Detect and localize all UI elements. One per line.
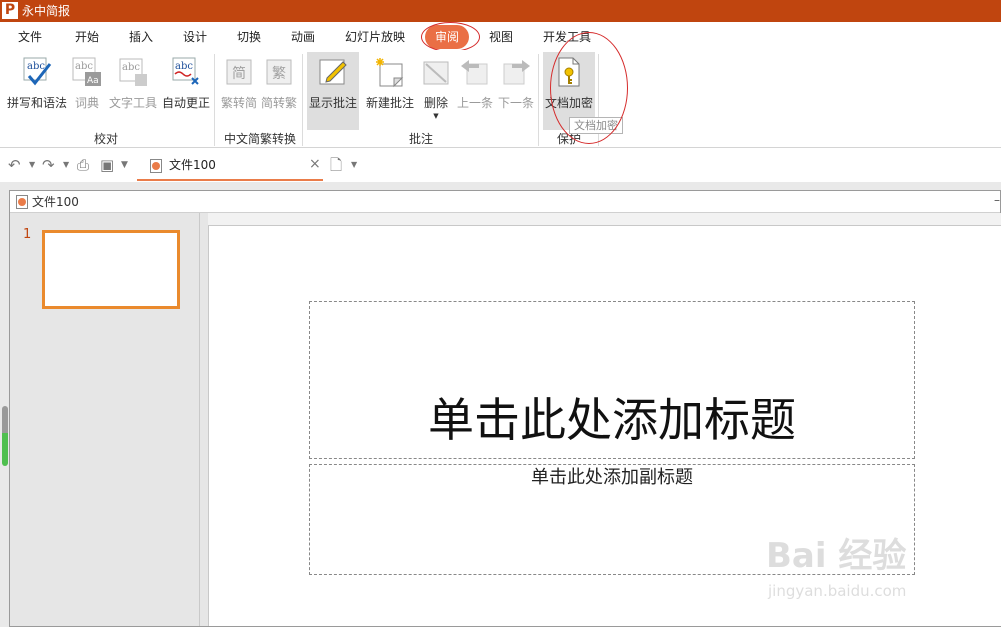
group-chinese-conversion: 中文简繁转换 xyxy=(223,132,296,146)
title-bar: P 永中简报 xyxy=(0,0,1001,22)
slide-thumbnail[interactable] xyxy=(42,230,180,309)
watermark-logo-text: Bai 经验 xyxy=(766,536,907,576)
tab-animations[interactable]: 动画 xyxy=(291,30,315,44)
save-icon[interactable]: ▣ xyxy=(100,155,114,175)
new-comment-label: 新建批注 xyxy=(365,96,414,110)
tab-insert[interactable]: 插入 xyxy=(129,30,153,44)
pane-splitter[interactable] xyxy=(200,213,208,626)
delete-button[interactable]: 删除 ▼ xyxy=(419,52,453,130)
title-placeholder[interactable]: 单击此处添加标题 xyxy=(309,301,915,459)
dictionary-label: 词典 xyxy=(74,96,99,110)
ribbon: abc 拼写和语法 abc Aa 词典 abc 文字工具 abc 自动更正 校对 xyxy=(0,50,1001,148)
text-tools-button[interactable]: abc 文字工具 xyxy=(108,52,158,130)
new-comment-icon xyxy=(376,58,404,88)
tab-review[interactable]: 审阅 xyxy=(425,25,469,49)
encrypt-tooltip: 文档加密 xyxy=(569,117,623,134)
spelling-button[interactable]: abc 拼写和语法 xyxy=(6,52,68,130)
svg-text:abc: abc xyxy=(27,61,45,72)
svg-text:abc: abc xyxy=(75,61,93,72)
document-icon xyxy=(150,159,162,173)
text-tools-icon: abc xyxy=(119,58,147,86)
group-protect: 保护 xyxy=(556,132,581,146)
svg-text:简: 简 xyxy=(232,65,246,82)
previous-comment-icon xyxy=(461,60,488,85)
trad-to-simp-label: 繁转简 xyxy=(220,96,257,110)
print-preview-icon[interactable]: ⎙ xyxy=(77,155,89,175)
dictionary-icon: abc Aa xyxy=(72,57,101,86)
autocorrect-button[interactable]: abc 自动更正 xyxy=(161,52,211,130)
chevron-down-icon[interactable]: ▼ xyxy=(419,112,453,120)
menu-bar: 文件 开始 插入 设计 切换 动画 幻灯片放映 审阅 视图 开发工具 xyxy=(0,22,1001,52)
close-icon[interactable]: × xyxy=(309,156,321,172)
slide-number: 1 xyxy=(23,227,32,242)
watermark: Bai 经验 jingyan.baidu.com xyxy=(766,516,956,608)
group-comments: 批注 xyxy=(408,132,433,146)
spelling-label: 拼写和语法 xyxy=(6,96,67,110)
text-tools-label: 文字工具 xyxy=(108,96,157,110)
svg-text:abc: abc xyxy=(122,62,140,73)
trad-to-simp-button[interactable]: 简 繁转简 xyxy=(219,52,259,130)
document-tab[interactable]: 文件100 × xyxy=(137,148,323,181)
previous-comment-button[interactable]: 上一条 xyxy=(456,52,494,130)
tab-transitions[interactable]: 切换 xyxy=(237,30,261,44)
show-comments-button[interactable]: 显示批注 xyxy=(307,52,359,130)
next-comment-icon xyxy=(503,60,530,85)
trad-to-simp-icon: 简 xyxy=(226,59,252,85)
document-icon xyxy=(16,195,28,209)
undo-icon[interactable]: ↶ xyxy=(8,155,21,175)
app-logo: P xyxy=(2,2,18,19)
new-comment-button[interactable]: 新建批注 xyxy=(364,52,416,130)
document-window-titlebar: 文件100 – xyxy=(10,191,1000,213)
simp-to-trad-label: 简转繁 xyxy=(260,96,297,110)
tab-start[interactable]: 开始 xyxy=(75,30,99,44)
quick-access-toolbar: ↶ ▼ ↷ ▼ ⎙ ▣ ▼ 文件100 × 🗋 ▼ xyxy=(0,148,1001,182)
minimize-icon[interactable]: – xyxy=(994,193,1000,207)
ribbon-separator xyxy=(538,54,539,146)
svg-text:繁: 繁 xyxy=(272,66,286,82)
autocorrect-label: 自动更正 xyxy=(161,96,210,110)
simp-to-trad-button[interactable]: 繁 简转繁 xyxy=(259,52,299,130)
tab-view[interactable]: 视图 xyxy=(489,30,513,44)
redo-dropdown-icon[interactable]: ▼ xyxy=(63,155,69,175)
next-comment-label: 下一条 xyxy=(497,96,534,110)
show-comments-icon xyxy=(319,59,347,85)
next-comment-button[interactable]: 下一条 xyxy=(497,52,535,130)
document-key-icon xyxy=(558,57,580,87)
undo-dropdown-icon[interactable]: ▼ xyxy=(29,155,35,175)
svg-text:abc: abc xyxy=(175,61,193,72)
ribbon-separator xyxy=(214,54,215,146)
previous-comment-label: 上一条 xyxy=(456,96,493,110)
tab-file[interactable]: 文件 xyxy=(18,30,42,44)
show-comments-label: 显示批注 xyxy=(308,96,357,110)
dictionary-button[interactable]: abc Aa 词典 xyxy=(70,52,104,130)
simp-to-trad-icon: 繁 xyxy=(266,59,292,85)
delete-icon xyxy=(423,61,449,85)
tab-developer[interactable]: 开发工具 xyxy=(543,30,591,44)
redo-icon[interactable]: ↷ xyxy=(42,155,55,175)
side-scroll-handle[interactable] xyxy=(2,406,8,466)
new-document-icon[interactable]: 🗋 xyxy=(330,155,342,175)
ribbon-separator xyxy=(302,54,303,146)
tab-design[interactable]: 设计 xyxy=(183,30,207,44)
customize-toolbar-icon[interactable]: ▼ xyxy=(121,155,128,175)
document-tab-title: 文件100 xyxy=(169,158,216,172)
new-document-dropdown-icon[interactable]: ▼ xyxy=(351,155,357,175)
watermark-url: jingyan.baidu.com xyxy=(768,582,907,600)
spelling-icon: abc xyxy=(23,57,52,86)
subtitle-placeholder-text: 单击此处添加副标题 xyxy=(531,467,693,488)
encrypt-document-label: 文档加密 xyxy=(544,96,593,110)
title-placeholder-text: 单击此处添加标题 xyxy=(428,393,796,447)
slide-thumbnail-pane: 1 xyxy=(10,213,200,626)
autocorrect-icon: abc xyxy=(172,57,199,85)
document-window-title: 文件100 xyxy=(32,195,79,209)
app-title: 永中简报 xyxy=(22,4,71,18)
tab-slideshow[interactable]: 幻灯片放映 xyxy=(345,30,405,44)
group-proofing: 校对 xyxy=(93,132,118,146)
svg-text:Aa: Aa xyxy=(87,76,99,86)
delete-label: 删除 xyxy=(423,96,448,110)
